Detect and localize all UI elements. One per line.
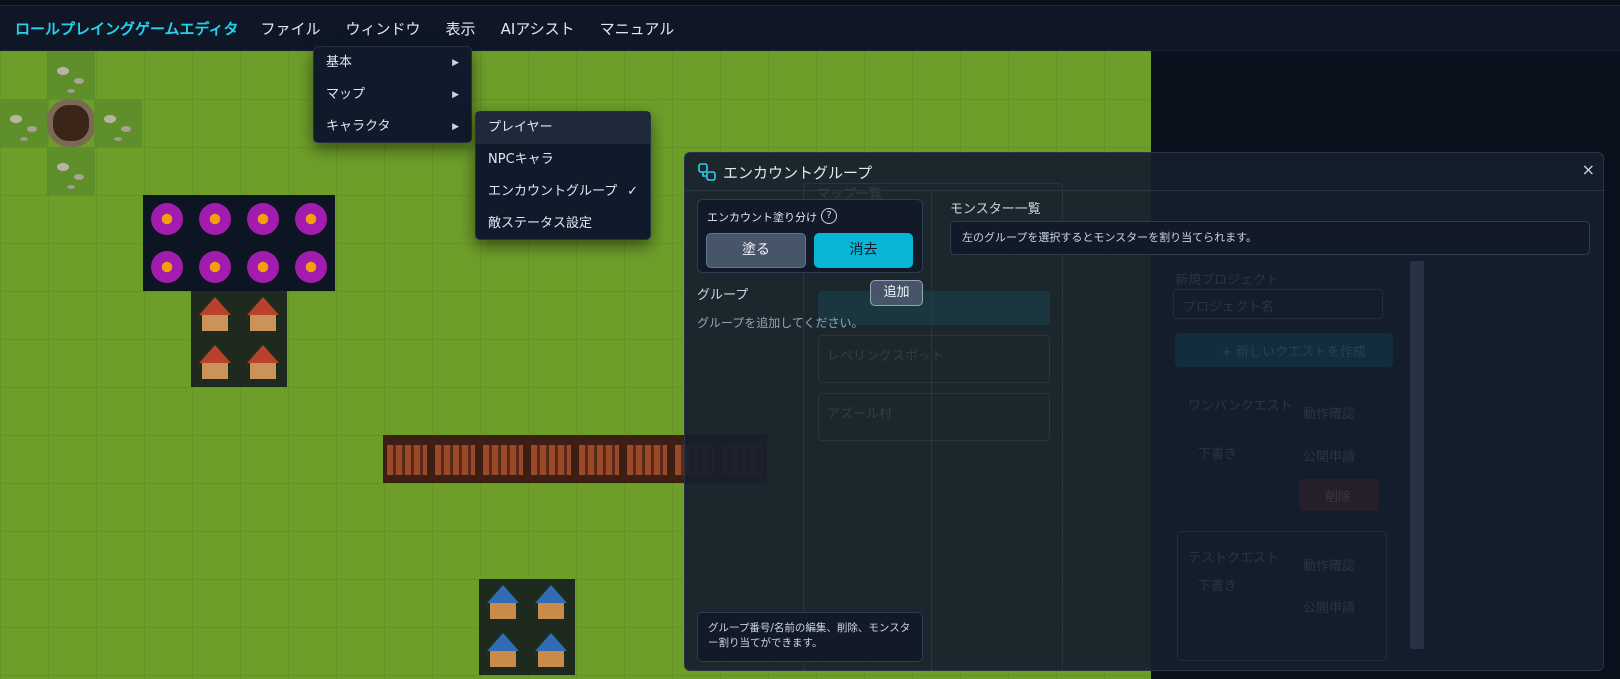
link-icon xyxy=(698,163,716,181)
monster-list-hint: 左のグループを選択するとモンスターを割り当てられます。 xyxy=(950,221,1590,255)
submenu-item-player[interactable]: プレイヤー xyxy=(476,112,650,144)
submenu-arrow-icon: ▶ xyxy=(452,90,459,100)
paint-section-label: エンカウント塗り分け xyxy=(707,211,817,224)
ghost-project-placeholder: プロジェクト名 xyxy=(1183,300,1275,315)
app-title: ロールプレイングゲームエディタ xyxy=(15,19,239,38)
house-tile[interactable] xyxy=(191,339,239,387)
menu-item-character[interactable]: キャラクタ ▶ xyxy=(314,111,471,143)
submenu-item-encounter-group[interactable]: エンカウントグループ ✓ xyxy=(476,176,650,208)
flower-tile[interactable] xyxy=(239,195,287,243)
help-icon[interactable]: ? xyxy=(821,208,837,224)
menu-window[interactable]: ウィンドウ xyxy=(346,18,421,39)
ghost-scrollbar xyxy=(1410,261,1424,649)
checkmark-icon: ✓ xyxy=(627,184,638,199)
menu-view[interactable]: 表示 xyxy=(446,18,476,39)
ghost-publish-button-1: 公開申請 xyxy=(1303,450,1356,465)
erase-button[interactable]: 消去 xyxy=(814,233,913,268)
close-icon[interactable]: × xyxy=(1582,160,1595,179)
house-tile[interactable] xyxy=(191,291,239,339)
blue-house-tile[interactable] xyxy=(479,579,527,627)
rock-tile[interactable] xyxy=(47,147,95,195)
rock-tile[interactable] xyxy=(94,99,142,147)
submenu-item-npc[interactable]: NPCキャラ xyxy=(476,144,650,176)
house-tile[interactable] xyxy=(239,291,287,339)
group-empty-message: グループを追加してください。 xyxy=(697,316,864,330)
flower-tile[interactable] xyxy=(191,195,239,243)
submenu-item-enemy-status[interactable]: 敵ステータス設定 xyxy=(476,208,650,240)
add-group-button[interactable]: 追加 xyxy=(870,280,923,306)
ghost-quest-status-1: 下書き xyxy=(1198,447,1238,462)
cave-tile[interactable] xyxy=(47,99,95,147)
panel-header[interactable]: エンカウントグループ × xyxy=(685,153,1603,191)
ghost-project-label: 新規プロジェクト xyxy=(1175,273,1280,288)
ghost-publish-button-2: 公開申請 xyxy=(1303,601,1356,616)
encounter-group-panel: マップ一覧 レベリングスポット アズール村 新規プロジェクト プロジェクト名 +… xyxy=(684,152,1604,671)
panel-title: エンカウントグループ xyxy=(723,164,873,182)
flower-tile[interactable] xyxy=(287,195,335,243)
menu-bar: ロールプレイングゲームエディタ ファイル ウィンドウ 表示 AIアシスト マニュ… xyxy=(0,6,1620,51)
house-tile[interactable] xyxy=(239,339,287,387)
rock-tile[interactable] xyxy=(0,99,48,147)
menu-ai-assist[interactable]: AIアシスト xyxy=(501,18,575,39)
ghost-new-quest-label: + 新しいクエストを作成 xyxy=(1221,345,1367,360)
ghost-edit-button-1: 動作確認 xyxy=(1303,407,1356,422)
group-section-label: グループ xyxy=(697,288,749,303)
blue-house-tile[interactable] xyxy=(527,627,575,675)
panel-divider xyxy=(931,191,932,670)
blue-house-tile[interactable] xyxy=(527,579,575,627)
ghost-delete-label-1: 削除 xyxy=(1325,490,1352,505)
submenu-arrow-icon: ▶ xyxy=(452,58,459,68)
ghost-quest-title-1: ワンパンクエスト xyxy=(1188,399,1293,414)
menu-file[interactable]: ファイル xyxy=(261,18,321,39)
ghost-map-item-2: アズール村 xyxy=(827,407,893,422)
ghost-quest-title-2: テストクエスト xyxy=(1188,551,1280,566)
rock-tile[interactable] xyxy=(47,51,95,99)
character-submenu: プレイヤー NPCキャラ エンカウントグループ ✓ 敵ステータス設定 xyxy=(475,111,651,240)
fence-tile[interactable] xyxy=(575,435,623,483)
menu-manual[interactable]: マニュアル xyxy=(600,18,675,39)
fence-tile[interactable] xyxy=(527,435,575,483)
fence-tile[interactable] xyxy=(479,435,527,483)
fence-tile[interactable] xyxy=(383,435,431,483)
flower-tile[interactable] xyxy=(191,243,239,291)
submenu-arrow-icon: ▶ xyxy=(452,122,459,132)
menu-item-basic[interactable]: 基本 ▶ xyxy=(314,47,471,79)
flower-tile[interactable] xyxy=(239,243,287,291)
flower-tile[interactable] xyxy=(287,243,335,291)
fence-tile[interactable] xyxy=(431,435,479,483)
paint-button[interactable]: 塗る xyxy=(706,233,806,268)
ghost-map-item-1: レベリングスポット xyxy=(827,349,945,364)
window-menu-dropdown: 基本 ▶ マップ ▶ キャラクタ ▶ xyxy=(313,46,472,143)
ghost-edit-button-2: 動作確認 xyxy=(1303,559,1356,574)
ghost-quest-status-2: 下書き xyxy=(1198,579,1238,594)
fence-tile[interactable] xyxy=(623,435,671,483)
blue-house-tile[interactable] xyxy=(479,627,527,675)
encounter-paint-section: エンカウント塗り分け ? 塗る 消去 xyxy=(697,199,923,273)
flower-tile[interactable] xyxy=(143,243,191,291)
flower-tile[interactable] xyxy=(143,195,191,243)
group-hint-box: グループ番号/名前の編集、削除、モンスター割り当てができます。 xyxy=(697,612,923,662)
monster-list-label: モンスター一覧 xyxy=(950,202,1041,217)
menu-item-map[interactable]: マップ ▶ xyxy=(314,79,471,111)
